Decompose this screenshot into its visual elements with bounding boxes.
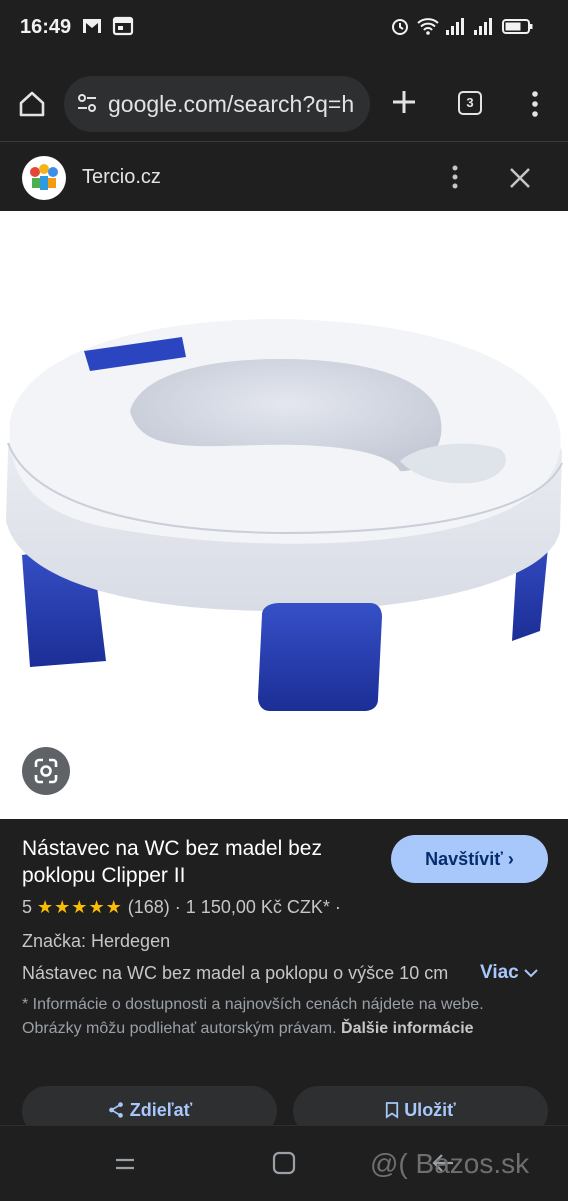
home-icon[interactable] bbox=[16, 88, 48, 120]
visit-label: Navštíviť bbox=[425, 849, 503, 869]
recents-icon[interactable] bbox=[112, 1150, 138, 1176]
google-lens-icon[interactable] bbox=[22, 747, 70, 795]
tab-switcher-button[interactable]: 3 bbox=[458, 91, 482, 115]
menu-kebab-icon[interactable] bbox=[530, 90, 540, 118]
rating-value: 5 bbox=[22, 897, 33, 917]
alarm-icon bbox=[388, 14, 412, 38]
product-description: Nástavec na WC bez madel a poklopu o výš… bbox=[22, 963, 449, 983]
wifi-icon bbox=[416, 14, 440, 38]
product-title[interactable]: Nástavec na WC bez madel bez poklopu Cli… bbox=[22, 835, 382, 889]
url-text[interactable]: google.com/search?q=h bbox=[108, 91, 354, 118]
save-label: Uložiť bbox=[404, 1100, 456, 1120]
new-tab-icon[interactable] bbox=[390, 88, 418, 116]
gmail-icon bbox=[80, 14, 104, 38]
chevron-down-icon bbox=[524, 969, 538, 978]
more-label: Viac bbox=[480, 962, 519, 983]
site-header: Tercio.cz bbox=[0, 141, 568, 212]
product-image[interactable] bbox=[0, 211, 568, 819]
signal-3g-icon bbox=[444, 14, 468, 38]
watermark: @( Bazos.sk bbox=[370, 1148, 530, 1179]
bookmark-icon bbox=[386, 1102, 399, 1119]
rating-row: 5 ★★★★★ (168) · 1 150,00 Kč CZK* · bbox=[22, 897, 341, 918]
address-bar[interactable]: google.com/search?q=h bbox=[64, 76, 370, 132]
site-name[interactable]: Tercio.cz bbox=[82, 166, 161, 189]
calendar-icon bbox=[111, 14, 135, 38]
toilet-seat-riser-image bbox=[6, 319, 563, 711]
system-nav-bar: @( Bazos.sk bbox=[0, 1125, 568, 1201]
status-time: 16:49 bbox=[20, 16, 72, 38]
site-menu-icon[interactable] bbox=[450, 164, 460, 190]
share-icon bbox=[108, 1102, 123, 1118]
separator-dot: · bbox=[334, 897, 341, 917]
close-icon[interactable] bbox=[508, 166, 532, 190]
signal-icon bbox=[472, 14, 496, 38]
price: 1 150,00 Kč CZK* bbox=[185, 897, 330, 917]
product-info-panel: Nástavec na WC bez madel bez poklopu Cli… bbox=[0, 819, 568, 1136]
more-button[interactable]: Viac bbox=[480, 962, 538, 984]
more-info-link[interactable]: Ďalšie informácie bbox=[341, 1020, 474, 1037]
review-count: (168) bbox=[127, 897, 170, 917]
visit-button[interactable]: Navštíviť › bbox=[391, 835, 548, 883]
rating-stars: ★★★★★ bbox=[37, 897, 123, 917]
share-label: Zdieľať bbox=[129, 1100, 193, 1120]
chevron-right-icon: › bbox=[507, 849, 514, 869]
site-settings-icon[interactable] bbox=[76, 92, 98, 114]
status-bar: 16:49 bbox=[0, 0, 568, 58]
home-nav-icon[interactable] bbox=[271, 1150, 297, 1176]
browser-toolbar: google.com/search?q=h 3 bbox=[0, 68, 568, 140]
site-logo-icon bbox=[22, 156, 66, 200]
brand: Značka: Herdegen bbox=[22, 931, 171, 951]
separator-dot: · bbox=[174, 897, 181, 917]
availability-notice: * Informácie o dostupnosti a najnovších … bbox=[22, 993, 522, 1041]
battery-icon bbox=[502, 14, 534, 38]
